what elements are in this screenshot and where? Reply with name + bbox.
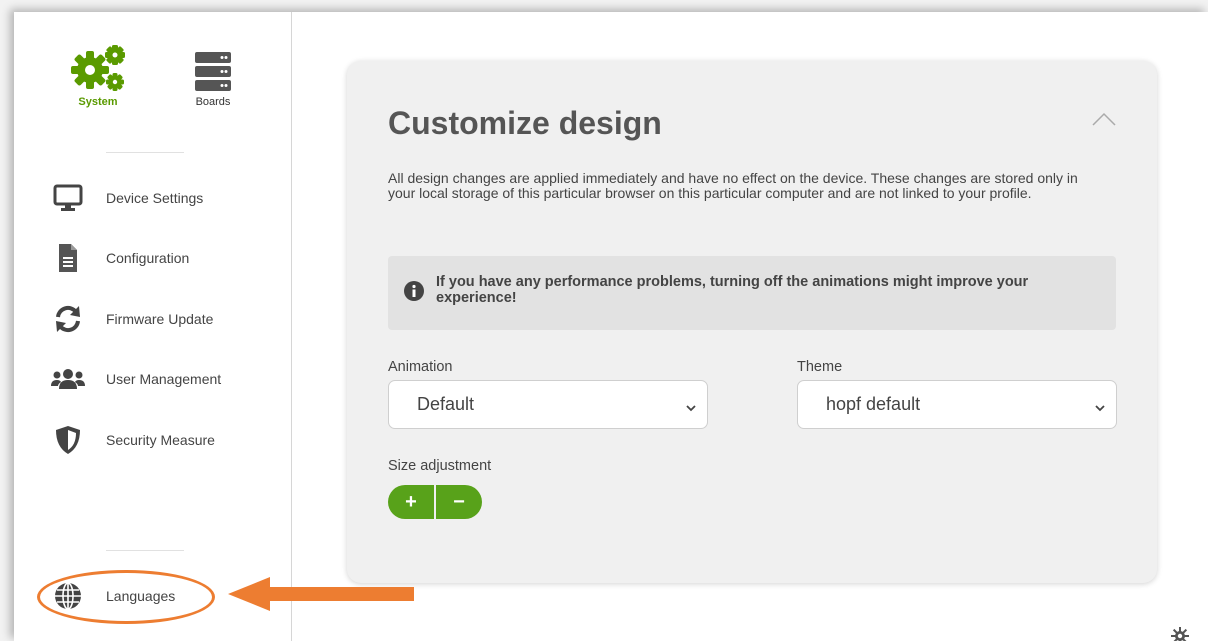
animation-select-value: Default xyxy=(417,394,475,414)
animation-select[interactable]: Default xyxy=(388,380,708,429)
sidebar-item-security-measure[interactable]: Security Measure xyxy=(50,420,270,460)
app-window: System Boards Device Settings Configurat… xyxy=(14,12,1208,641)
size-adjustment-label: Size adjustment xyxy=(388,458,492,474)
server-rack-icon xyxy=(173,42,253,94)
nav-boards[interactable]: Boards xyxy=(173,42,253,108)
top-nav: System Boards xyxy=(58,42,248,122)
collapse-chevron-up-icon[interactable] xyxy=(1089,109,1119,129)
theme-select[interactable]: hopf default xyxy=(797,380,1117,429)
card-title: Customize design xyxy=(388,105,662,141)
theme-select-value: hopf default xyxy=(826,394,921,414)
info-text: If you have any performance problems, tu… xyxy=(436,274,1029,306)
size-adjustment-controls: + − xyxy=(388,485,482,519)
info-icon xyxy=(404,280,424,306)
sidebar-item-label: User Management xyxy=(106,371,222,387)
decrease-size-button[interactable]: − xyxy=(436,485,482,519)
document-icon xyxy=(50,242,86,274)
users-icon xyxy=(50,363,86,395)
chevron-down-icon xyxy=(685,398,697,419)
sidebar: System Boards Device Settings Configurat… xyxy=(14,12,292,641)
sidebar-item-device-settings[interactable]: Device Settings xyxy=(50,178,270,218)
chevron-down-icon xyxy=(1094,398,1106,419)
sidebar-item-firmware-update[interactable]: Firmware Update xyxy=(50,299,270,339)
nav-boards-label: Boards xyxy=(195,96,231,108)
shield-icon xyxy=(50,424,86,456)
customize-design-card: Customize design All design changes are … xyxy=(347,61,1157,583)
divider xyxy=(106,152,184,153)
sidebar-item-label: Firmware Update xyxy=(106,311,214,327)
nav-system-label: System xyxy=(78,96,118,108)
sidebar-item-label: Device Settings xyxy=(106,190,204,206)
animation-label: Animation xyxy=(388,359,453,375)
info-notice: If you have any performance problems, tu… xyxy=(388,256,1116,330)
monitor-icon xyxy=(50,182,86,214)
highlight-ellipse xyxy=(37,570,215,624)
card-description: All design changes are applied immediate… xyxy=(388,170,1078,201)
sidebar-item-label: Security Measure xyxy=(106,432,215,448)
annotation-arrow xyxy=(228,577,418,618)
theme-label: Theme xyxy=(797,359,843,375)
refresh-icon xyxy=(50,303,86,335)
sidebar-item-configuration[interactable]: Configuration xyxy=(50,238,270,278)
settings-gear-icon[interactable] xyxy=(1171,627,1189,641)
gears-icon xyxy=(58,42,138,94)
nav-system[interactable]: System xyxy=(58,42,138,108)
sidebar-item-label: Configuration xyxy=(106,250,190,266)
sidebar-item-user-management[interactable]: User Management xyxy=(50,359,270,399)
divider xyxy=(106,550,184,551)
increase-size-button[interactable]: + xyxy=(388,485,434,519)
